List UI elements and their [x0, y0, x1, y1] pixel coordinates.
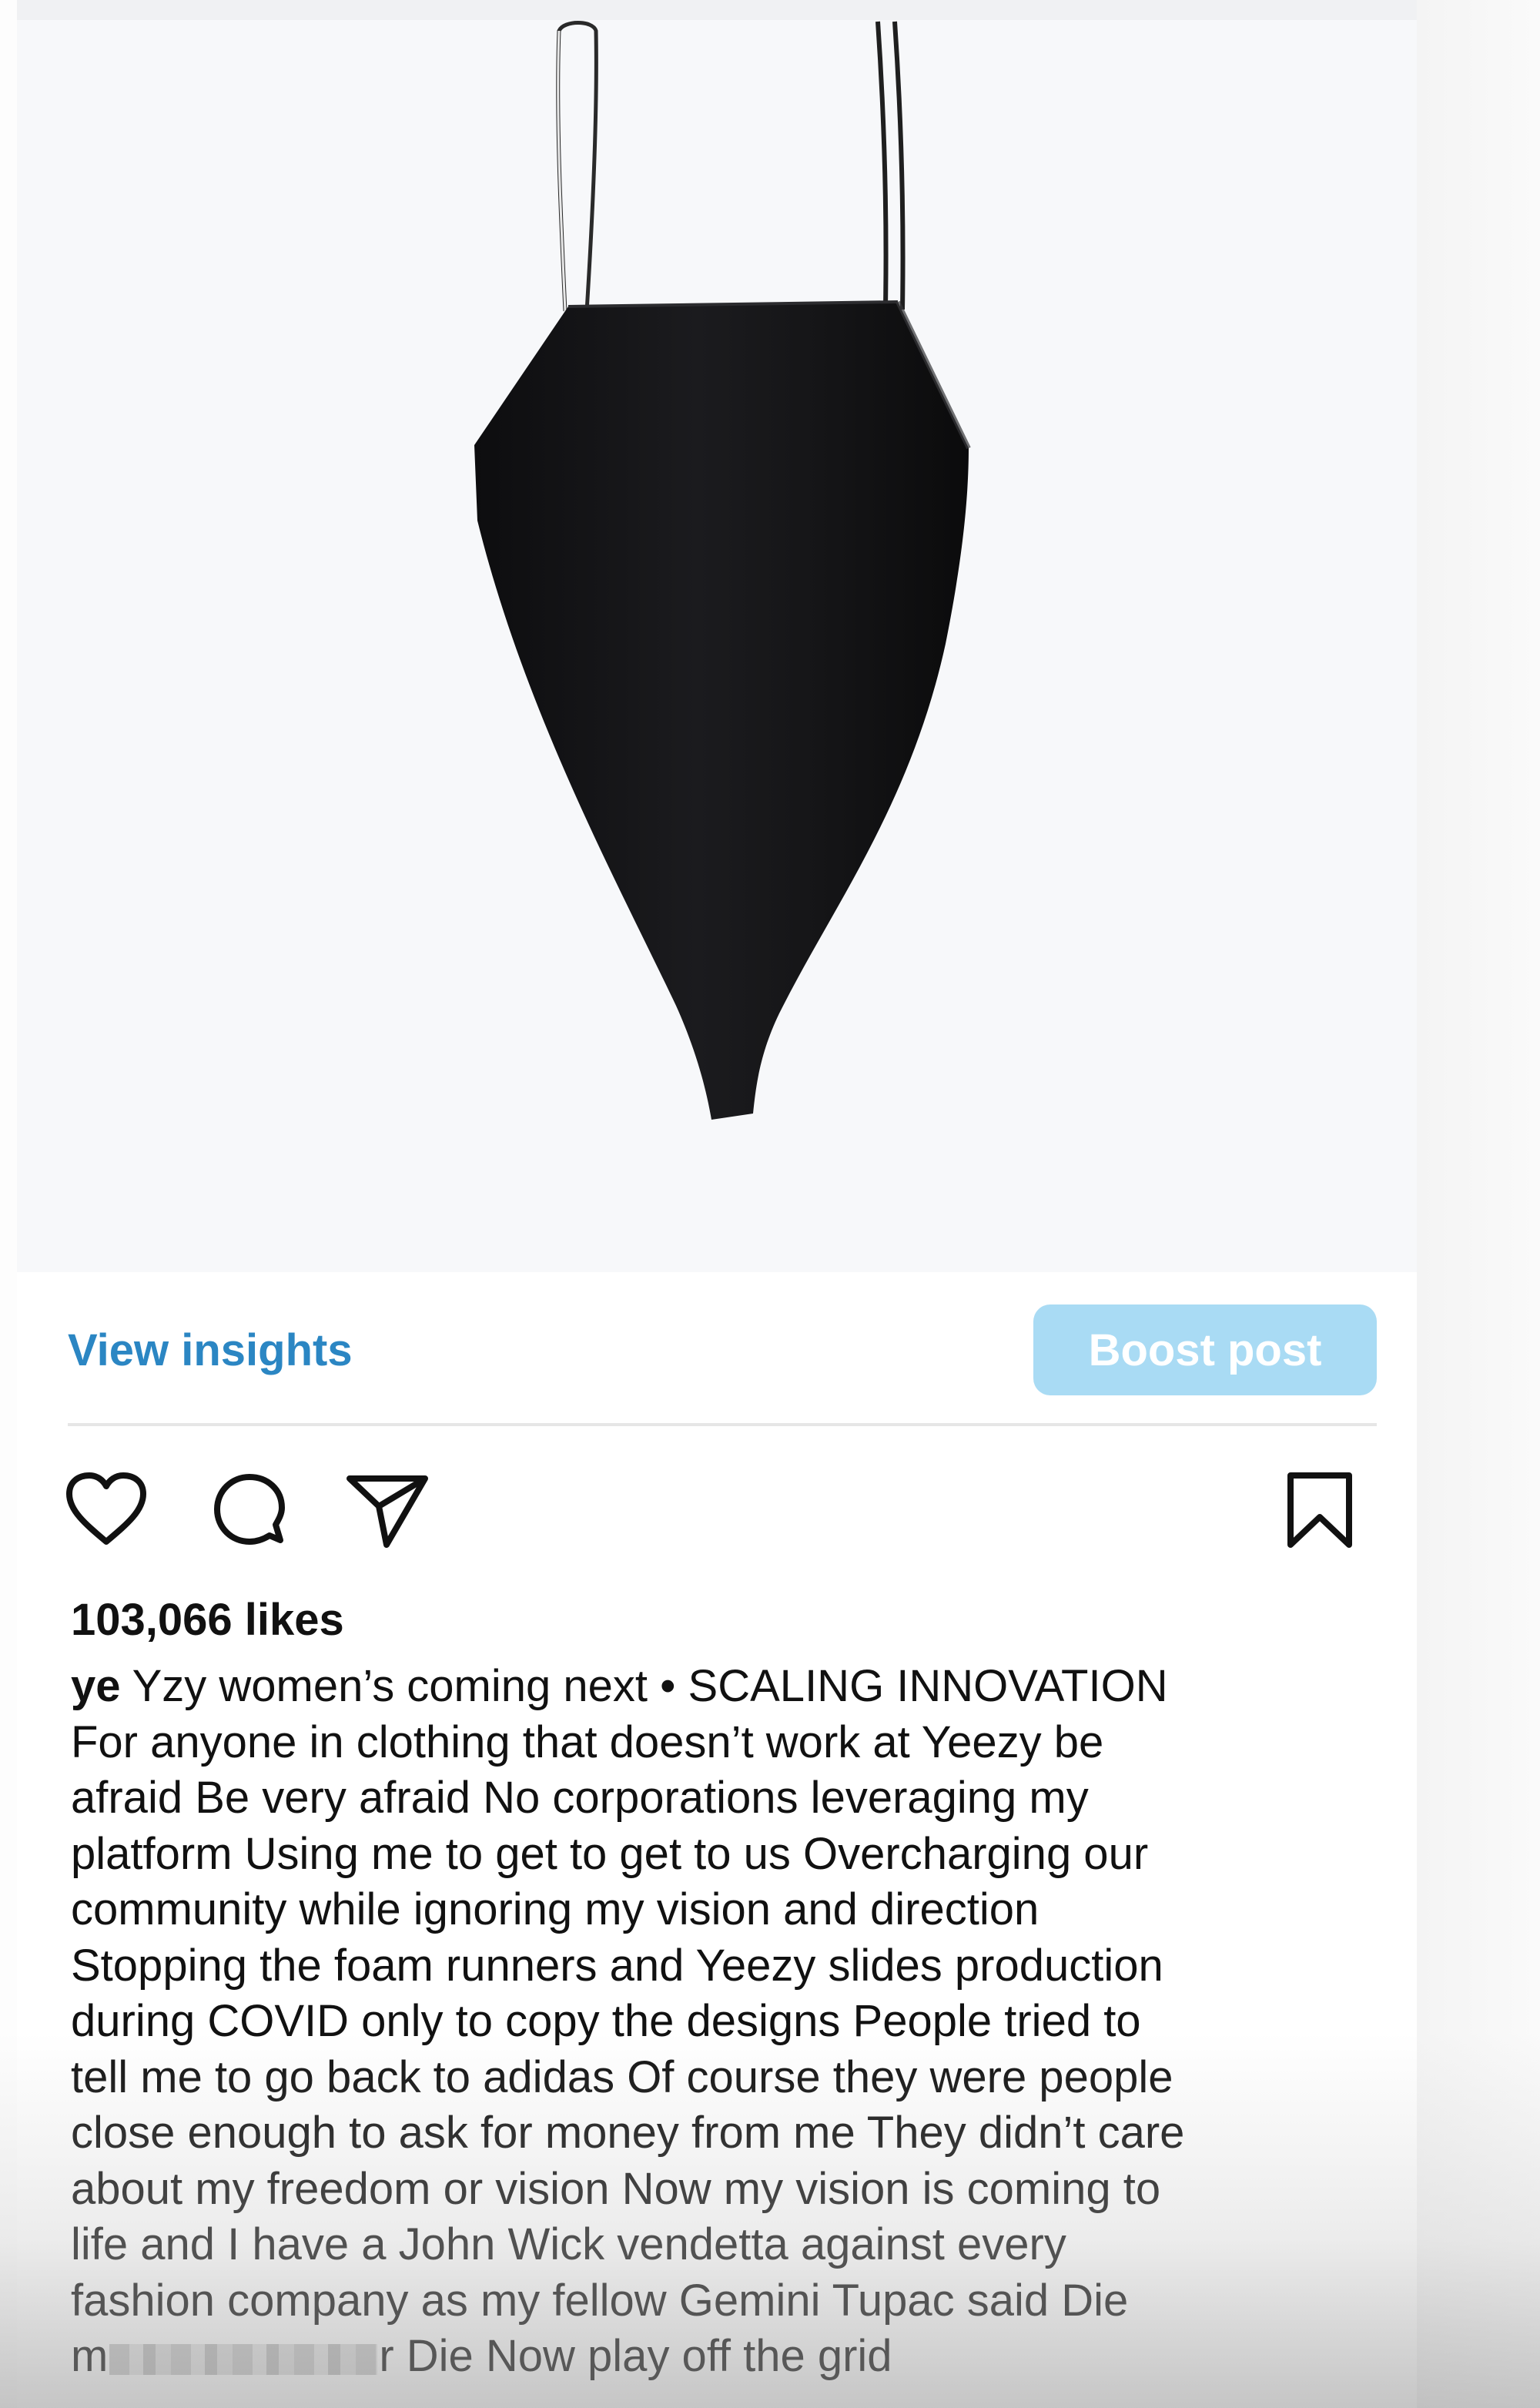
view-insights-link[interactable]: View insights: [68, 1325, 353, 1376]
heart-icon[interactable]: [63, 1471, 149, 1548]
right-margin: [1417, 0, 1540, 2408]
caption-text: Yzy women’s coming next • SCALING INNOVA…: [71, 1661, 1185, 2326]
post-image[interactable]: [17, 20, 1417, 1272]
post-caption: ye Yzy women’s coming next • SCALING INN…: [71, 1659, 1411, 2385]
bookmark-icon[interactable]: [1283, 1471, 1357, 1551]
send-icon[interactable]: [345, 1472, 430, 1549]
post-card: View insights Boost post 103,066 likes y…: [17, 0, 1417, 2408]
caption-last-end: r Die Now play off the grid: [379, 2331, 892, 2381]
comment-icon[interactable]: [209, 1471, 290, 1551]
bodysuit-image: [474, 21, 971, 1120]
post-header-edge: [17, 0, 1417, 20]
caption-username[interactable]: ye: [71, 1661, 121, 1711]
caption-last-start: m: [71, 2331, 109, 2381]
divider: [68, 1423, 1377, 1426]
like-count[interactable]: 103,066 likes: [71, 1594, 344, 1646]
censored-word: [109, 2343, 378, 2375]
boost-post-button[interactable]: Boost post: [1033, 1304, 1377, 1395]
